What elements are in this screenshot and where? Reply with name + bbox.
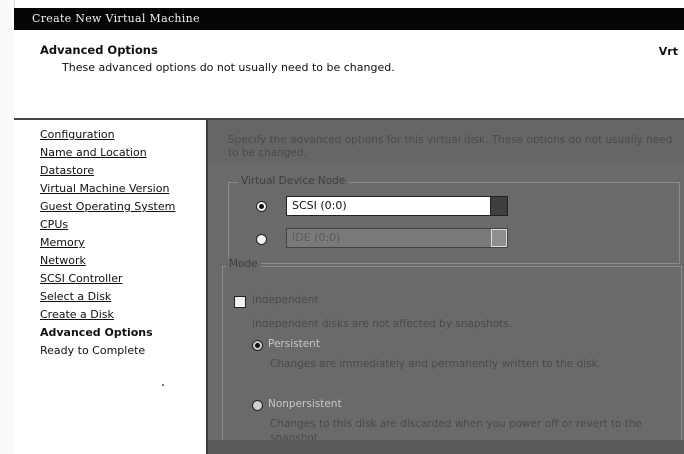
nav-dot [162, 384, 164, 386]
nav-item-datastore[interactable]: Datastore [40, 164, 94, 177]
scsi-radio[interactable] [256, 201, 267, 212]
chevron-down-icon [491, 229, 507, 247]
vdn-fieldset [228, 182, 680, 264]
nonpersistent-description-line1: Changes to this disk are discarded when … [270, 418, 642, 430]
scsi-node-value: SCSI (0:0) [292, 199, 347, 212]
content-description: Specify the advanced options for this vi… [228, 134, 673, 159]
persistent-description: Changes are immediately and permanently … [270, 358, 602, 370]
vdn-legend: Virtual Device Node [238, 175, 349, 187]
independent-description: Independent disks are not affected by sn… [252, 318, 513, 330]
nav-item-cpus[interactable]: CPUs [40, 218, 68, 231]
header-right-text: Vrt [658, 45, 678, 58]
mode-legend: Mode [226, 258, 261, 270]
nav-item-configuration[interactable]: Configuration [40, 128, 115, 141]
nav-item-create-disk[interactable]: Create a Disk [40, 308, 114, 321]
independent-checkbox[interactable] [234, 296, 246, 308]
ide-node-value: IDE (0:0) [292, 231, 341, 244]
nav-item-memory[interactable]: Memory [40, 236, 85, 249]
page-subtitle: These advanced options do not usually ne… [62, 61, 395, 74]
persistent-label: Persistent [268, 338, 320, 350]
nonpersistent-radio[interactable] [252, 400, 263, 411]
content-panel: Specify the advanced options for this vi… [208, 120, 684, 454]
nav-item-network[interactable]: Network [40, 254, 86, 267]
ide-node-select[interactable]: IDE (0:0) [286, 228, 508, 248]
window-title: Create New Virtual Machine [32, 12, 200, 25]
nav-item-guest-os[interactable]: Guest Operating System [40, 200, 175, 213]
nav-item-ready-to-complete: Ready to Complete [40, 344, 146, 357]
chevron-down-icon [490, 197, 507, 215]
window-left-edge [0, 0, 15, 454]
content-bottom-edge [208, 440, 684, 454]
nav-item-select-disk[interactable]: Select a Disk [40, 290, 111, 303]
nav-item-name-and-location[interactable]: Name and Location [40, 146, 147, 159]
persistent-radio[interactable] [252, 340, 263, 351]
nonpersistent-label: Nonpersistent [268, 398, 342, 410]
ide-radio[interactable] [256, 234, 267, 245]
nav-item-vm-version[interactable]: Virtual Machine Version [40, 182, 169, 195]
window-titlebar: Create New Virtual Machine [14, 8, 684, 30]
nav-item-scsi-controller[interactable]: SCSI Controller [40, 272, 123, 285]
wizard-steps-nav: Configuration Name and Location Datastor… [14, 120, 208, 454]
page-title: Advanced Options [40, 43, 158, 57]
independent-label: Independent [252, 294, 319, 306]
nav-item-advanced-options: Advanced Options [40, 326, 153, 339]
scsi-node-select[interactable]: SCSI (0:0) [286, 196, 508, 216]
wizard-header: Advanced Options These advanced options … [14, 30, 684, 118]
